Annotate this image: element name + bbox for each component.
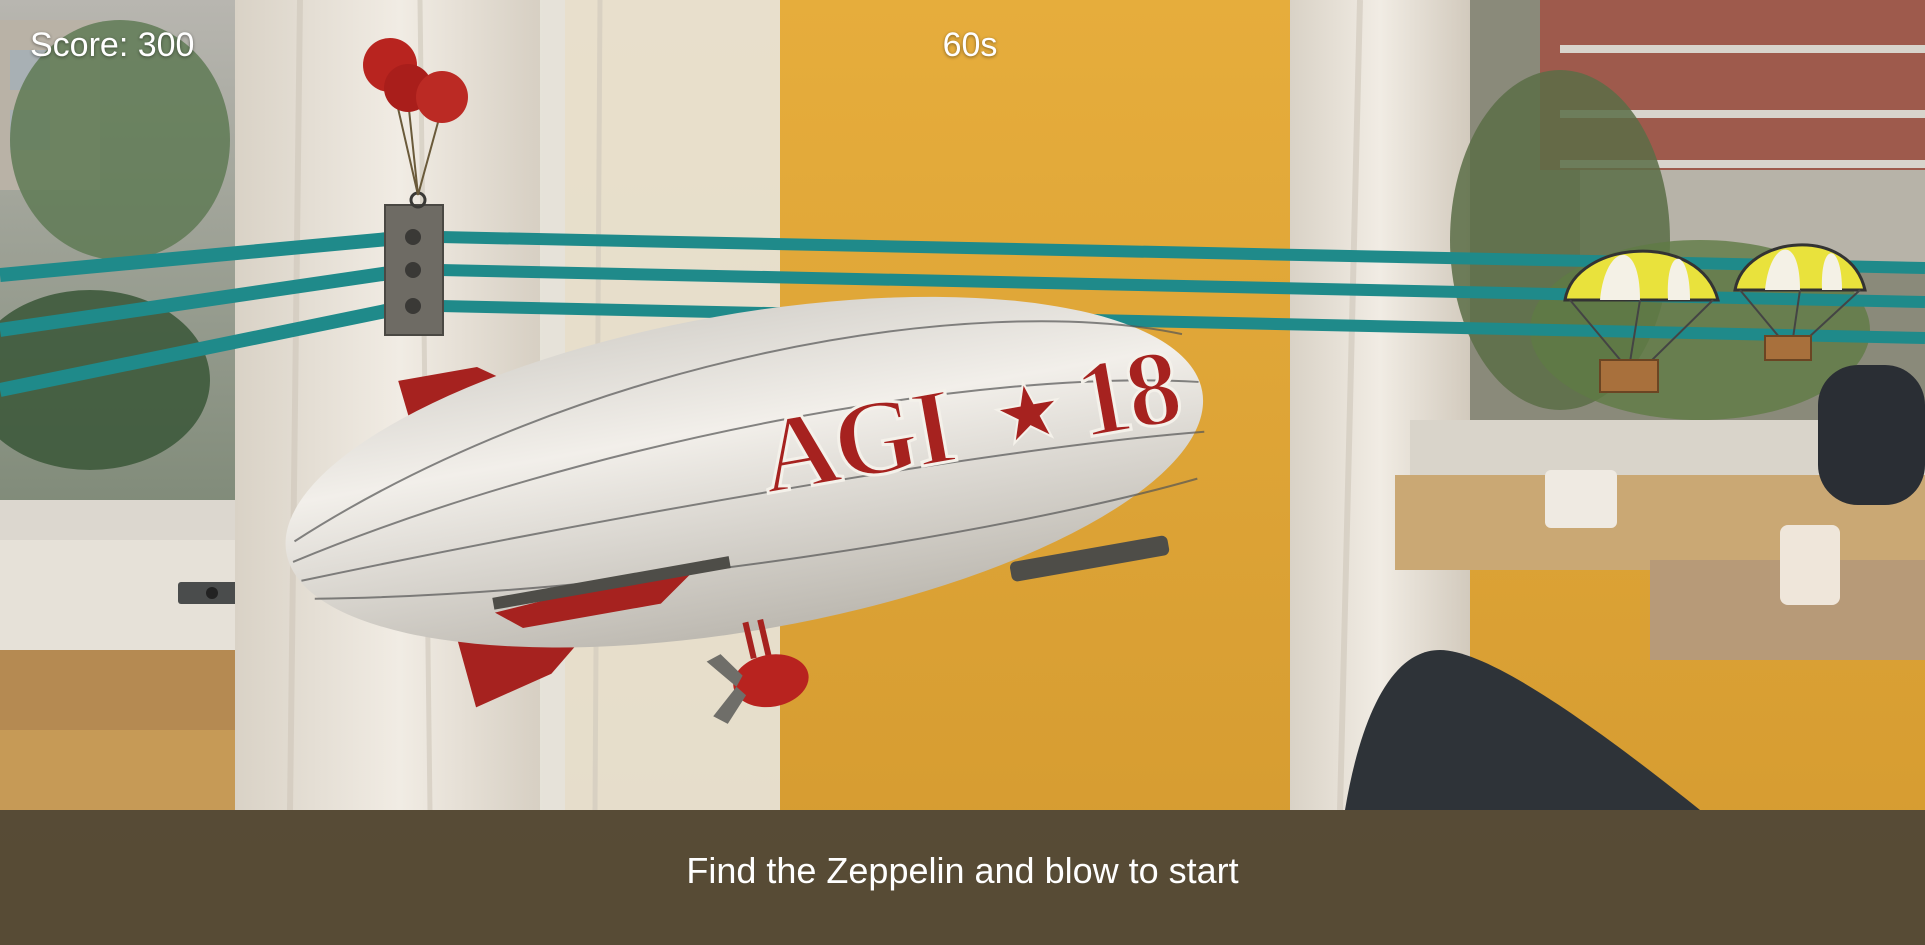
instruction-text: Find the Zeppelin and blow to start	[686, 850, 1239, 891]
ar-scene: AGI ★ 18	[0, 0, 1925, 945]
timer-display: 60s	[942, 26, 998, 64]
rope-post	[384, 191, 444, 336]
balloon-3[interactable]	[416, 71, 468, 123]
instruction-bar: Find the Zeppelin and blow to start	[0, 810, 1925, 945]
